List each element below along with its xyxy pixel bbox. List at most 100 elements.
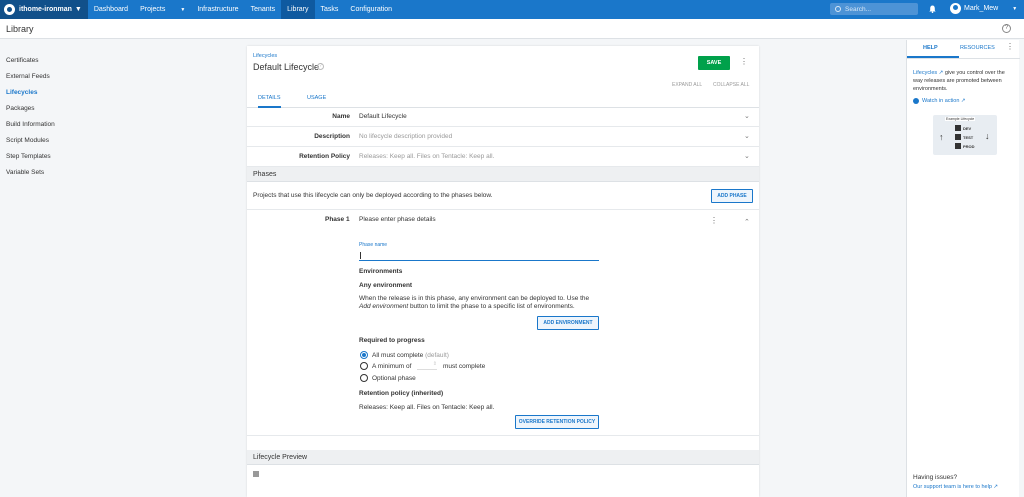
sidebar-item-build-information[interactable]: Build Information — [6, 121, 55, 128]
add-environment-button[interactable]: ADD ENVIRONMENT — [537, 316, 599, 330]
phases-note: Projects that use this lifecycle can onl… — [253, 192, 493, 199]
field-value: Releases: Keep all. Files on Tentacle: K… — [359, 153, 495, 160]
env-dev-box — [955, 125, 961, 131]
top-nav: ithome-ironman ▼ Dashboard Projects ▼ In… — [0, 0, 1024, 19]
support-link[interactable]: Our support team is here to help ↗ — [913, 484, 998, 490]
option-optional-label: Optional phase — [372, 375, 416, 382]
help-panel: HELP RESOURCES ⋮ Lifecycles ↗ give you c… — [906, 40, 1020, 497]
sidebar-item-variable-sets[interactable]: Variable Sets — [6, 169, 44, 176]
nav-infrastructure[interactable]: Infrastructure — [191, 0, 244, 19]
user-menu[interactable]: Mark_Mew ▼ — [950, 3, 1017, 14]
external-link-icon: ↗ — [959, 98, 966, 104]
nav-configuration[interactable]: Configuration — [344, 0, 398, 19]
sidebar-item-external-feeds[interactable]: External Feeds — [6, 73, 50, 80]
add-phase-button[interactable]: ADD PHASE — [711, 189, 753, 203]
section-title: Phases — [253, 171, 277, 178]
add-environment-emphasis: Add environment — [359, 303, 409, 310]
sidebar-item-packages[interactable]: Packages — [6, 105, 35, 112]
field-row-retention[interactable]: Retention Policy Releases: Keep all. Fil… — [247, 147, 759, 167]
space-name: ithome-ironman — [19, 6, 72, 13]
minimum-count-input[interactable]: ⇕ — [417, 361, 437, 370]
field-value: No lifecycle description provided — [359, 133, 453, 140]
retention-text: Releases: Keep all. Files on Tentacle: K… — [359, 404, 495, 411]
env-dev-label: DEV — [963, 126, 972, 131]
info-icon[interactable]: ? — [317, 63, 324, 70]
sidebar-item-lifecycles[interactable]: Lifecycles — [6, 89, 37, 96]
env-prod-box — [955, 143, 961, 149]
env-test-box — [955, 134, 961, 140]
env-prod-label: PROD — [963, 144, 975, 149]
field-value: Default Lifecycle — [359, 113, 407, 120]
override-retention-button[interactable]: OVERRIDE RETENTION POLICY — [515, 415, 599, 429]
sidebar-item-step-templates[interactable]: Step Templates — [6, 153, 51, 160]
diagram-title: Example Lifecycle — [945, 117, 976, 121]
radio-minimum[interactable] — [360, 362, 368, 370]
any-environment-text-2: Add environment button to limit the phas… — [359, 303, 575, 310]
help-overflow-icon[interactable]: ⋮ — [1006, 43, 1014, 51]
caret-down-icon: ▼ — [74, 6, 82, 13]
tab-resources[interactable]: RESOURCES — [960, 45, 995, 51]
retention-heading: Retention policy (inherited) — [359, 390, 444, 397]
expand-all-button[interactable]: EXPAND ALL — [672, 82, 702, 88]
radio-optional-phase[interactable] — [360, 374, 368, 382]
field-row-description[interactable]: Description No lifecycle description pro… — [247, 127, 759, 147]
search-input[interactable]: Search... — [830, 3, 918, 15]
collapse-all-button[interactable]: COLLAPSE ALL — [713, 82, 749, 88]
divider — [247, 209, 759, 210]
phase-summary: Please enter phase details — [359, 216, 436, 223]
external-link-icon: ↗ — [991, 484, 999, 490]
required-heading: Required to progress — [359, 337, 425, 344]
environments-heading: Environments — [359, 268, 403, 275]
section-title: Lifecycle Preview — [253, 454, 308, 461]
phases-header: Phases — [247, 167, 759, 182]
lifecycle-editor: Lifecycles Default Lifecycle ? SAVE ⋮ EX… — [247, 46, 759, 497]
help-question-icon[interactable]: ? — [1002, 24, 1011, 33]
support-text: Our support team is here to help — [913, 484, 992, 490]
field-label: Name — [332, 113, 350, 120]
divider — [247, 435, 759, 436]
help-description: Lifecycles ↗ give you control over the w… — [913, 69, 1015, 93]
phase-name-input[interactable] — [359, 251, 599, 261]
avatar — [950, 3, 961, 14]
preview-phase-icon — [253, 471, 259, 477]
option-all-hint: (default) — [425, 352, 449, 359]
arrow-down-icon: ↓ — [985, 131, 990, 141]
chevron-down-icon[interactable]: ⌄ — [744, 112, 750, 120]
example-lifecycle-diagram: Example Lifecycle ↑ ↓ DEV TEST PROD — [933, 115, 997, 155]
phase-name-label: Phase name — [359, 242, 388, 248]
overflow-menu-icon[interactable]: ⋮ — [740, 58, 748, 66]
tab-usage[interactable]: USAGE — [307, 95, 326, 101]
lifecycle-preview-header: Lifecycle Preview — [247, 450, 759, 465]
env-test-label: TEST — [963, 135, 974, 140]
option-min-suffix: must complete — [443, 363, 486, 370]
sidebar-item-script-modules[interactable]: Script Modules — [6, 137, 49, 144]
watch-in-action-link[interactable]: Watch in action ↗ — [913, 98, 966, 104]
save-button[interactable]: SAVE — [698, 56, 730, 70]
user-name: Mark_Mew — [964, 5, 999, 12]
search-icon — [835, 6, 841, 12]
chevron-up-icon[interactable]: ⌃ — [744, 218, 750, 226]
radio-all-must-complete[interactable] — [360, 351, 368, 359]
phase-overflow-icon[interactable]: ⋮ — [710, 217, 718, 225]
nav-projects-dropdown[interactable]: ▼ — [171, 0, 191, 19]
chevron-down-icon[interactable]: ⌄ — [744, 152, 750, 160]
tab-bar: DETAILS USAGE — [247, 91, 759, 108]
octopus-logo-icon — [4, 4, 15, 15]
play-icon — [913, 98, 919, 104]
space-switcher[interactable]: ithome-ironman ▼ — [0, 0, 88, 19]
sidebar-item-certificates[interactable]: Certificates — [6, 57, 39, 64]
any-environment-text: When the release is in this phase, any e… — [359, 295, 590, 302]
nav-dashboard[interactable]: Dashboard — [88, 0, 134, 19]
option-all-label: All must complete (default) — [372, 352, 449, 359]
lifecycles-help-link[interactable]: Lifecycles — [913, 70, 937, 76]
field-row-name[interactable]: Name Default Lifecycle ⌄ — [247, 107, 759, 127]
search-placeholder: Search... — [845, 5, 872, 13]
chevron-down-icon[interactable]: ⌄ — [744, 132, 750, 140]
tab-help[interactable]: HELP — [923, 45, 938, 51]
nav-projects[interactable]: Projects — [134, 0, 171, 19]
bell-icon[interactable] — [929, 5, 936, 13]
breadcrumb[interactable]: Lifecycles — [253, 53, 277, 59]
nav-library[interactable]: Library — [281, 0, 315, 19]
nav-tasks[interactable]: Tasks — [315, 0, 345, 19]
nav-tenants[interactable]: Tenants — [245, 0, 282, 19]
